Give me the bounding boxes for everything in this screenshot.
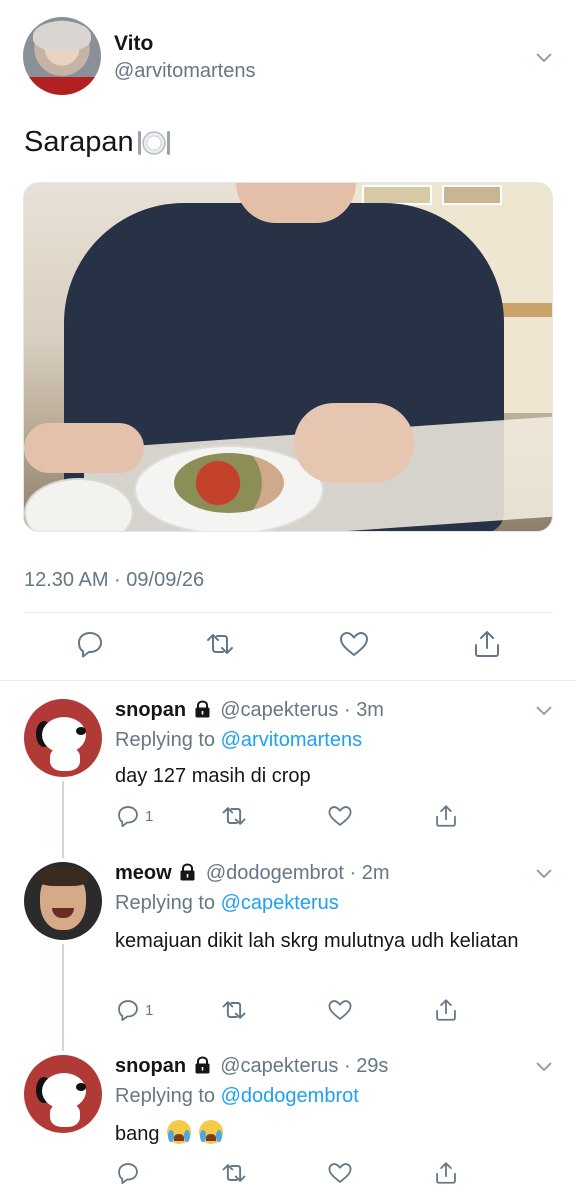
reply-text-row: bang xyxy=(115,1120,545,1148)
chevron-down-icon[interactable] xyxy=(535,868,553,880)
replying-to-mention[interactable]: @dodogembrot xyxy=(221,1085,359,1107)
tweet-text-content: Sarapan xyxy=(24,126,134,158)
like-icon[interactable] xyxy=(338,628,370,660)
chevron-down-icon[interactable] xyxy=(534,48,554,68)
reply-author-handle[interactable]: @capekterus xyxy=(220,699,338,721)
reply-time[interactable]: 2m xyxy=(362,862,390,884)
chevron-down-icon[interactable] xyxy=(535,705,553,717)
reply-author-name[interactable]: meow xyxy=(115,862,172,884)
reply-count: 1 xyxy=(145,1001,154,1019)
like-icon xyxy=(328,1163,352,1183)
reply-button[interactable]: 1 xyxy=(115,996,153,1024)
share-icon xyxy=(436,805,456,827)
replying-to-label: Replying to xyxy=(115,892,216,914)
reply-author-name[interactable]: snopan xyxy=(115,1055,186,1077)
snoopy-avatar[interactable] xyxy=(24,1055,102,1133)
lock-icon xyxy=(195,700,210,718)
reply-actions xyxy=(115,1159,475,1187)
thread-line xyxy=(62,846,64,858)
reply-icon[interactable] xyxy=(74,628,106,660)
retweet-icon xyxy=(222,807,246,825)
reply-header: meow @dodogembrot · 2m xyxy=(115,862,390,885)
retweet-button[interactable] xyxy=(220,996,248,1024)
reply-author-name[interactable]: snopan xyxy=(115,699,186,721)
fork-knife-plate-icon xyxy=(137,130,170,155)
thread-line xyxy=(62,944,64,1039)
reply-tweet[interactable]: meow @dodogembrot · 2m Replying to @cape… xyxy=(0,846,576,1039)
retweet-icon xyxy=(222,1001,246,1019)
retweet-icon[interactable] xyxy=(204,628,236,660)
replying-to: Replying to @arvitomartens xyxy=(115,729,362,752)
like-button[interactable] xyxy=(327,1159,353,1187)
like-button[interactable] xyxy=(327,996,353,1024)
share-button[interactable] xyxy=(433,802,459,830)
reply-time[interactable]: 29s xyxy=(356,1055,388,1077)
reply-button[interactable] xyxy=(115,1159,141,1187)
share-button[interactable] xyxy=(433,1159,459,1187)
replying-to: Replying to @capekterus xyxy=(115,892,339,915)
reply-text: kemajuan dikit lah skrg mulutnya udh kel… xyxy=(115,930,519,952)
like-icon xyxy=(328,806,352,826)
separator-dot: · xyxy=(349,862,357,884)
thread-line xyxy=(62,781,64,846)
reply-button[interactable]: 1 xyxy=(115,802,153,830)
share-button[interactable] xyxy=(433,996,459,1024)
reply-author-handle[interactable]: @dodogembrot xyxy=(206,862,344,884)
lock-icon xyxy=(195,1056,210,1074)
reply-icon xyxy=(118,1000,138,1022)
separator-dot: · xyxy=(343,699,351,721)
share-icon[interactable] xyxy=(471,628,503,660)
snoopy-avatar[interactable] xyxy=(24,699,102,777)
thread-line xyxy=(62,1039,64,1051)
retweet-button[interactable] xyxy=(220,1159,248,1187)
reply-icon xyxy=(118,806,138,828)
reply-actions: 1 xyxy=(115,802,475,830)
like-icon xyxy=(328,1000,352,1020)
crying-emoji-icon xyxy=(167,1120,192,1144)
reply-author-handle[interactable]: @capekterus xyxy=(220,1055,338,1077)
retweet-button[interactable] xyxy=(220,802,248,830)
tweet-text: Sarapan xyxy=(24,126,172,159)
reply-icon xyxy=(118,1163,138,1185)
face-avatar[interactable] xyxy=(24,862,102,940)
reply-text: day 127 masih di crop xyxy=(115,765,311,787)
tweet-timestamp[interactable]: 12.30 AM · 09/09/26 xyxy=(24,569,204,592)
tweet-actions xyxy=(24,628,554,664)
like-button[interactable] xyxy=(327,802,353,830)
lock-icon xyxy=(180,863,195,881)
replying-to-mention[interactable]: @capekterus xyxy=(221,892,339,914)
reply-count: 1 xyxy=(145,807,154,825)
tweet-photo[interactable] xyxy=(23,182,553,532)
share-icon xyxy=(436,1162,456,1184)
crying-emoji-icon xyxy=(198,1120,223,1144)
author-avatar[interactable] xyxy=(23,17,101,95)
replying-to-mention[interactable]: @arvitomartens xyxy=(221,729,362,751)
replying-to-label: Replying to xyxy=(115,729,216,751)
reply-tweet[interactable]: snopan @capekterus · 29s Replying to @do… xyxy=(0,1039,576,1200)
author-handle[interactable]: @arvitomartens xyxy=(114,60,255,83)
divider xyxy=(24,612,553,613)
replying-to: Replying to @dodogembrot xyxy=(115,1085,359,1108)
reply-text: bang xyxy=(115,1123,160,1145)
main-tweet: Vito @arvitomartens Sarapan 12.30 AM · 0… xyxy=(0,0,576,680)
reply-header: snopan @capekterus · 29s xyxy=(115,1055,388,1078)
separator-dot: · xyxy=(343,1055,351,1077)
retweet-icon xyxy=(222,1164,246,1182)
reply-tweet[interactable]: snopan @capekterus · 3m Replying to @arv… xyxy=(0,681,576,846)
chevron-down-icon[interactable] xyxy=(535,1061,553,1073)
reply-header: snopan @capekterus · 3m xyxy=(115,699,384,722)
reply-actions: 1 xyxy=(115,996,475,1024)
author-name[interactable]: Vito xyxy=(114,32,153,56)
replying-to-label: Replying to xyxy=(115,1085,216,1107)
share-icon xyxy=(436,999,456,1021)
reply-time[interactable]: 3m xyxy=(356,699,384,721)
